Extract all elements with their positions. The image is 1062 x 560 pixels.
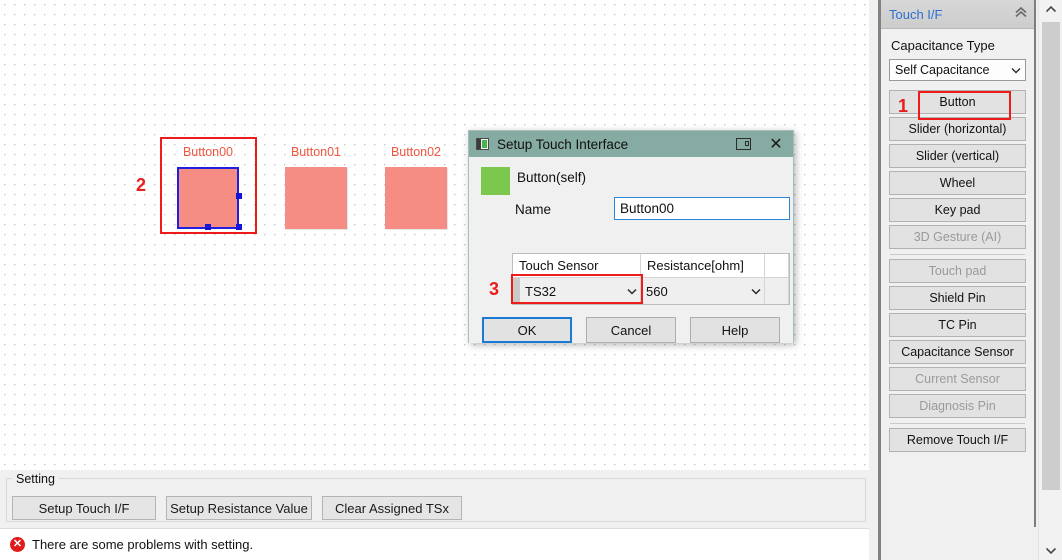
chevron-down-icon[interactable] <box>624 288 640 295</box>
capacitance-type-label: Capacitance Type <box>891 38 1026 53</box>
sensor-grid[interactable]: Touch Sensor Resistance[ohm] TS32 <box>512 253 790 305</box>
resize-handle-right[interactable] <box>236 193 242 199</box>
dialog-button-row: OK Cancel Help <box>469 317 793 343</box>
dialog-title-bar[interactable]: Setup Touch Interface ✕ <box>469 131 793 157</box>
app-window-icon <box>476 138 489 150</box>
column-header-resistance: Resistance[ohm] <box>641 254 765 277</box>
scroll-up-arrow-icon[interactable] <box>1039 0 1062 18</box>
clear-assigned-tsx-button[interactable]: Clear Assigned TSx <box>322 496 462 520</box>
touch-if-item-tc-pin[interactable]: TC Pin <box>889 313 1026 337</box>
right-panel-region: Touch I/F Capacitance Type Self Capacita… <box>869 0 1062 560</box>
status-bar: ✕ There are some problems with setting. <box>0 528 869 560</box>
resize-handle-bottom-right[interactable] <box>236 224 242 230</box>
sensor-grid-row[interactable]: TS32 560 <box>513 278 789 304</box>
touch-if-item-remove-touch-i-f[interactable]: Remove Touch I/F <box>889 428 1026 452</box>
resize-handle-bottom[interactable] <box>205 224 211 230</box>
type-color-swatch <box>481 167 510 195</box>
column-header-touch-sensor: Touch Sensor <box>513 254 641 277</box>
column-header-spacer <box>765 254 789 277</box>
capacitance-type-select[interactable]: Self Capacitance <box>889 59 1026 81</box>
touch-if-item-key-pad[interactable]: Key pad <box>889 198 1026 222</box>
scroll-down-arrow-icon[interactable] <box>1039 542 1062 560</box>
grid-spacer-cell <box>765 278 789 304</box>
setup-resistance-value-button[interactable]: Setup Resistance Value <box>166 496 312 520</box>
name-input[interactable] <box>614 197 790 220</box>
setting-toolbar: Setup Touch I/F Setup Resistance Value C… <box>0 470 869 528</box>
annotation-number-2: 2 <box>136 175 146 196</box>
canvas-touch-button-shape[interactable] <box>177 167 239 229</box>
touch-if-item-touch-pad: Touch pad <box>889 259 1026 283</box>
setting-group-legend: Setting <box>12 472 59 486</box>
row-selector-bar <box>513 278 520 304</box>
help-button[interactable]: Help <box>690 317 780 343</box>
scrollbar-thumb[interactable] <box>1042 22 1060 490</box>
canvas-touch-button-2[interactable]: Button02 <box>385 145 447 229</box>
status-message: There are some problems with setting. <box>32 537 253 552</box>
ok-button[interactable]: OK <box>482 317 572 343</box>
canvas-touch-button-label: Button01 <box>285 145 347 159</box>
panel-title: Touch I/F <box>889 7 1014 22</box>
chevron-double-up-icon[interactable] <box>1014 7 1028 21</box>
touch-if-item-list: Button Slider (horizontal) Slider (vertica… <box>889 90 1026 452</box>
touch-if-item-3d-gesture-ai: 3D Gesture (AI) <box>889 225 1026 249</box>
touch-if-item-shield-pin[interactable]: Shield Pin <box>889 286 1026 310</box>
cancel-button[interactable]: Cancel <box>586 317 676 343</box>
panel-separator <box>890 423 1025 424</box>
setup-touch-if-button[interactable]: Setup Touch I/F <box>12 496 156 520</box>
touch-sensor-value: TS32 <box>520 284 624 299</box>
touch-if-item-current-sensor: Current Sensor <box>889 367 1026 391</box>
panel-separator <box>890 254 1025 255</box>
touch-if-item-wheel[interactable]: Wheel <box>889 171 1026 195</box>
canvas-touch-button-shape[interactable] <box>385 167 447 229</box>
chevron-down-icon[interactable] <box>748 288 764 295</box>
touch-if-item-diagnosis-pin: Diagnosis Pin <box>889 394 1026 418</box>
touch-if-panel: Touch I/F Capacitance Type Self Capacita… <box>881 0 1036 527</box>
close-icon[interactable]: ✕ <box>765 131 787 157</box>
canvas-touch-button-shape[interactable] <box>285 167 347 229</box>
touch-if-item-button[interactable]: Button <box>889 90 1026 114</box>
touch-if-item-slider-vertical[interactable]: Slider (vertical) <box>889 144 1026 168</box>
touch-if-item-capacitance-sensor[interactable]: Capacitance Sensor <box>889 340 1026 364</box>
restore-window-icon[interactable] <box>736 138 751 150</box>
touch-type-label: Button(self) <box>517 170 586 185</box>
chevron-down-icon[interactable] <box>1011 60 1021 80</box>
setup-touch-interface-dialog[interactable]: Setup Touch Interface ✕ Button(self) Nam… <box>468 130 794 343</box>
error-circle-icon: ✕ <box>10 537 25 552</box>
resistance-cell[interactable]: 560 <box>641 278 765 304</box>
app-window: Button00 Button01 Button02 2 Setup Touch… <box>0 0 1062 560</box>
annotation-number-3: 3 <box>489 279 499 300</box>
capacitance-type-value: Self Capacitance <box>895 63 990 77</box>
dialog-body: Button(self) Name Touch Sensor Resistanc… <box>469 157 793 343</box>
canvas-touch-button-label: Button02 <box>385 145 447 159</box>
touch-sensor-cell[interactable]: TS32 <box>513 278 641 304</box>
panel-body: Capacitance Type Self Capacitance Button… <box>881 29 1034 452</box>
canvas-touch-button-0[interactable]: Button00 <box>177 145 239 229</box>
canvas-touch-button-1[interactable]: Button01 <box>285 145 347 229</box>
panel-vertical-scrollbar[interactable] <box>1038 0 1062 560</box>
panel-header[interactable]: Touch I/F <box>881 0 1034 29</box>
dialog-title: Setup Touch Interface <box>497 137 736 152</box>
annotation-number-1: 1 <box>898 96 908 117</box>
name-label: Name <box>515 202 551 217</box>
sensor-grid-header: Touch Sensor Resistance[ohm] <box>513 254 789 278</box>
resistance-value: 560 <box>641 284 748 299</box>
canvas-touch-button-label: Button00 <box>177 145 239 159</box>
touch-if-item-slider-horizontal[interactable]: Slider (horizontal) <box>889 117 1026 141</box>
